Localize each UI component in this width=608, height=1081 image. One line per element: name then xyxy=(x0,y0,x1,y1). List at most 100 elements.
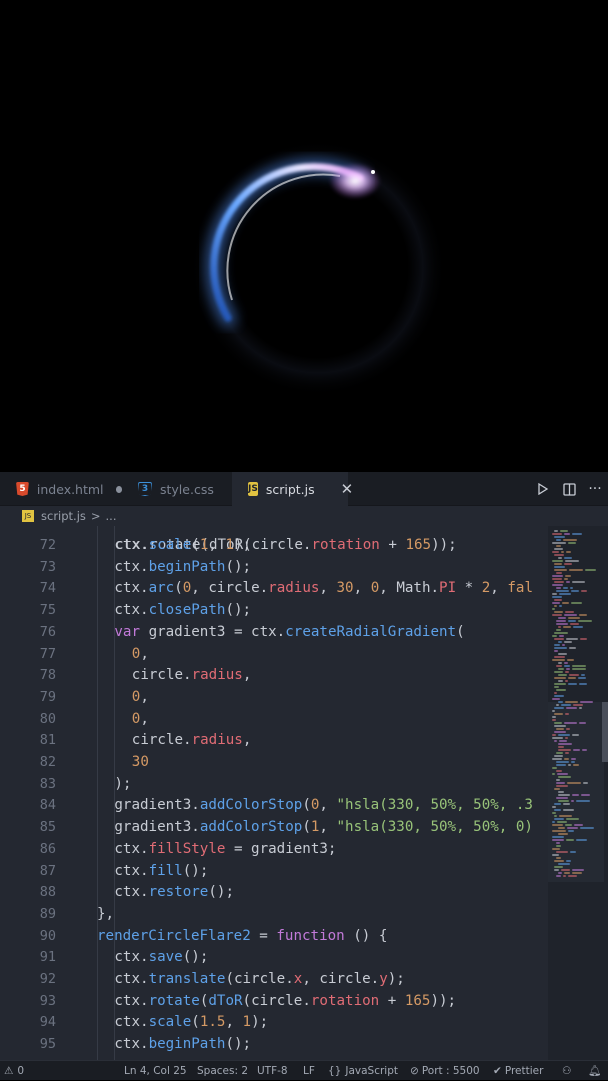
live-server-port[interactable]: ⊘ Port : 5500 xyxy=(410,1061,480,1081)
code-token: ( xyxy=(174,580,183,597)
indentation[interactable]: Spaces: 2 xyxy=(197,1061,248,1081)
code-token: fill xyxy=(148,862,183,879)
minimap-line xyxy=(554,803,561,805)
code-token: save xyxy=(148,949,183,966)
minimap-line xyxy=(552,560,563,562)
code-token: restore xyxy=(148,884,209,901)
end-of-line[interactable]: LF xyxy=(303,1061,315,1081)
tab-label: script.js xyxy=(265,481,315,497)
vertical-scrollbar[interactable] xyxy=(602,702,608,762)
minimap-line xyxy=(566,707,577,709)
braces-icon: {} xyxy=(328,1064,342,1077)
code-token: ( xyxy=(302,819,311,836)
code-token: }, xyxy=(97,905,115,922)
code-token: ctx. xyxy=(114,884,149,901)
feedback-icon[interactable]: ⚇ xyxy=(562,1061,571,1081)
code-token: createRadialGradient xyxy=(285,623,457,640)
code-line: 91 ctx.save(); xyxy=(0,947,548,969)
minimap-line xyxy=(564,665,570,667)
problems-count: 0 xyxy=(17,1064,25,1077)
minimap-line xyxy=(552,608,555,610)
prettier-status[interactable]: ✔ Prettier xyxy=(493,1061,543,1081)
close-tab-icon[interactable]: ✕ xyxy=(341,480,354,498)
code-token: 1.5 xyxy=(199,1014,226,1031)
tab-index-html[interactable]: 5 index.html xyxy=(0,472,122,506)
code-token: ( xyxy=(191,1014,200,1031)
code-token: ctx. xyxy=(114,992,149,1009)
minimap-line xyxy=(552,773,555,775)
code-line: 73 ctx.beginPath(); xyxy=(0,557,548,579)
more-icon[interactable]: ··· xyxy=(582,472,608,506)
code-text: gradient3.addColorStop(0, "hsla(330, 50%… xyxy=(114,795,533,817)
minimap-line xyxy=(552,719,556,721)
minimap-line xyxy=(554,599,562,601)
line-number: 86 xyxy=(39,840,56,857)
code-token: 1 xyxy=(225,537,235,553)
minimap-line xyxy=(558,827,565,829)
run-icon[interactable] xyxy=(530,472,556,506)
minimap-line xyxy=(558,734,570,736)
code-token: PI xyxy=(439,580,457,597)
minimap-line xyxy=(556,572,562,574)
tab-style-css[interactable]: 3 style.css xyxy=(122,472,232,506)
code-token: , xyxy=(140,645,149,662)
code-token: 2 xyxy=(481,580,491,597)
code-token: (circle. xyxy=(242,992,311,1009)
minimap[interactable] xyxy=(548,526,608,1060)
minimap-line xyxy=(572,794,579,796)
split-editor-icon[interactable] xyxy=(556,472,582,506)
minimap-line xyxy=(558,680,563,682)
flare-spark xyxy=(371,170,375,174)
line-number: 75 xyxy=(39,602,56,619)
code-token: 0 xyxy=(182,580,192,597)
minimap-line xyxy=(554,566,565,568)
code-token: = gradient3; xyxy=(225,840,337,857)
code-line: 83); xyxy=(0,774,548,796)
minimap-line xyxy=(556,665,562,667)
tab-script-js[interactable]: JS script.js ✕ xyxy=(232,472,353,506)
code-text: ctx.fill(); xyxy=(114,861,208,883)
code-token: rotation xyxy=(310,992,380,1009)
code-token: , Math. xyxy=(379,580,440,597)
minimap-line xyxy=(568,764,571,766)
minimap-line xyxy=(554,548,563,550)
line-number: 78 xyxy=(39,667,56,684)
minimap-line xyxy=(552,602,560,604)
code-token: ctx. xyxy=(114,949,149,966)
minimap-line xyxy=(554,818,564,820)
breadcrumb-symbol[interactable]: ... xyxy=(106,509,117,523)
minimap-line xyxy=(552,839,564,841)
line-number: 73 xyxy=(39,558,56,575)
code-token: (circle. xyxy=(225,971,294,987)
code-line: 82 30 xyxy=(0,752,548,774)
encoding[interactable]: UTF-8 xyxy=(257,1061,288,1081)
minimap-line xyxy=(569,569,583,571)
minimap-line xyxy=(564,662,568,664)
cursor-position[interactable]: Ln 4, Col 25 xyxy=(124,1061,187,1081)
minimap-line xyxy=(558,863,570,865)
bell-icon[interactable]: 🔔︎ xyxy=(588,1061,601,1081)
minimap-line xyxy=(565,737,568,739)
code-area[interactable]: ctx.rotate(dToR(circle.rotation + 165));… xyxy=(0,526,548,1060)
minimap-line xyxy=(568,542,576,544)
minimap-line xyxy=(556,545,561,547)
minimap-line xyxy=(564,614,577,616)
minimap-line xyxy=(552,824,563,826)
line-number: 81 xyxy=(39,732,56,749)
problems-indicator[interactable]: ⚠ 0 xyxy=(4,1061,24,1081)
minimap-line xyxy=(565,611,574,613)
minimap-line xyxy=(558,557,562,559)
double-check-icon: ✔ xyxy=(493,1064,502,1077)
code-line-partial: ctx.rotate(dToR(circle.rotation + 165)); xyxy=(115,536,457,553)
breadcrumb-file[interactable]: script.js xyxy=(41,509,86,523)
minimap-line xyxy=(558,617,566,619)
minimap-line xyxy=(554,650,558,652)
language-mode[interactable]: {} JavaScript xyxy=(328,1061,398,1081)
minimap-line xyxy=(564,758,569,760)
minimap-line xyxy=(552,635,557,637)
minimap-line xyxy=(572,665,586,667)
minimap-line xyxy=(554,707,564,709)
minimap-line xyxy=(552,533,562,535)
minimap-line xyxy=(556,857,561,859)
minimap-line xyxy=(558,641,562,643)
